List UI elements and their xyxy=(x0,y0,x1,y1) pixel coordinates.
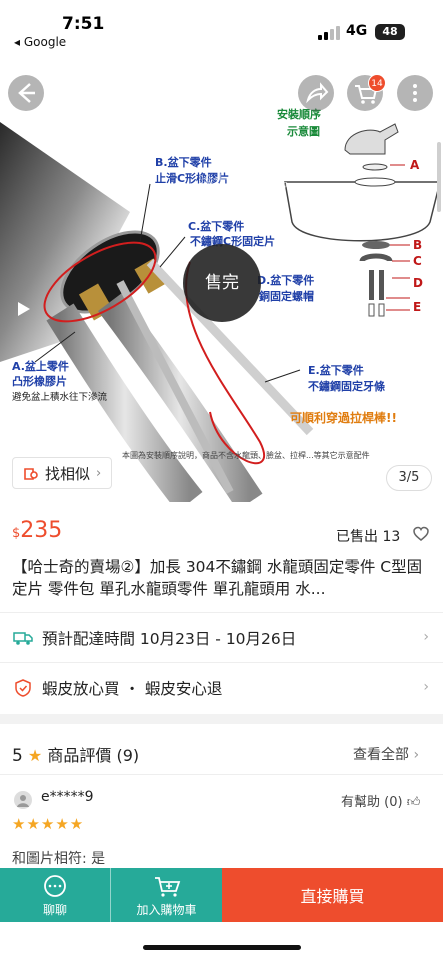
product-image-gallery[interactable]: 安裝順序 示意圖 A B C D E B.盆下零件 止滑C形橡膠片 C.盆下零件… xyxy=(0,62,443,502)
status-bar: 7:51 ◂ Google 4G 48 xyxy=(0,0,443,62)
review-stars: ★★★★★ xyxy=(12,815,85,833)
cart-count-badge: 14 xyxy=(368,74,386,92)
see-all-label: 查看全部 xyxy=(353,747,409,763)
label-a-desc: 凸形橡膠片 xyxy=(12,375,67,388)
star-icon: ★ xyxy=(27,746,43,765)
home-indicator[interactable] xyxy=(143,945,301,950)
bottom-action-bar: 聊聊 加入購物車 直接購買 xyxy=(0,868,443,922)
helpful-button[interactable]: 有幫助 (0) 👍︎ xyxy=(341,791,420,810)
diagram-letter-e: E xyxy=(413,300,422,314)
add-to-cart-label: 加入購物車 xyxy=(136,903,197,917)
review-separator xyxy=(0,774,443,775)
rating-value: 5 xyxy=(12,746,23,766)
label-d-desc: 銅固定螺帽 xyxy=(259,290,314,303)
share-icon xyxy=(306,82,329,104)
helpful-label: 有幫助 (0) xyxy=(341,795,403,810)
heart-icon xyxy=(413,526,429,541)
more-vertical-icon xyxy=(413,84,417,102)
similar-search-icon xyxy=(24,468,38,480)
diagram-letter-b: B xyxy=(413,238,423,252)
share-button[interactable] xyxy=(298,75,334,111)
battery-icon: 48 xyxy=(375,24,405,40)
label-a-note: 避免盆上積水往下滲流 xyxy=(12,392,108,403)
reviews-label: 商品評價 xyxy=(47,746,112,765)
watermark: 哈士奇的賣場 xyxy=(198,172,289,190)
chat-label: 聊聊 xyxy=(42,903,67,917)
buy-now-button[interactable]: 直接購買 xyxy=(222,868,443,922)
chevron-right-icon: › xyxy=(423,629,429,645)
reviewer-name: e*****9 xyxy=(41,789,94,805)
add-cart-icon xyxy=(155,877,181,897)
label-d-title: D.盆下零件 xyxy=(257,274,315,287)
guarantee-text: 蝦皮放心買 ・ 蝦皮安心退 xyxy=(42,679,223,698)
chevron-right-icon: › xyxy=(96,465,102,481)
diagram-letter-d: D xyxy=(413,276,423,290)
label-a-title: A.盆上零件 xyxy=(12,360,69,373)
chat-icon xyxy=(44,875,66,897)
label-e-title: E.盆下零件 xyxy=(308,364,364,377)
chevron-right-icon: › xyxy=(423,679,429,695)
thumbs-up-icon: 👍︎ xyxy=(406,795,421,810)
find-similar-button[interactable]: 找相似 › xyxy=(12,457,113,489)
user-icon xyxy=(17,795,29,807)
diagram-letter-c: C xyxy=(413,254,422,268)
reviewer-avatar xyxy=(14,791,32,809)
product-price: $235 xyxy=(12,518,62,543)
product-title: 【哈士奇的賣場②】加長 304不鏽鋼 水龍頭固定零件 C型固定片 零件包 單孔水… xyxy=(12,558,423,598)
delivery-row[interactable]: 預計配達時間 10月23日 - 10月26日 › xyxy=(0,612,443,662)
reviews-header: 5 ★ 商品評價 (9) xyxy=(12,742,139,766)
like-button[interactable] xyxy=(412,525,430,547)
label-e-desc: 不鏽鋼固定牙條 xyxy=(308,380,385,393)
chevron-right-icon: › xyxy=(409,747,420,763)
add-to-cart-button[interactable]: 加入購物車 xyxy=(111,868,222,922)
diagram-letter-a: A xyxy=(410,158,420,172)
status-time: 7:51 xyxy=(62,14,105,34)
see-all-reviews-link[interactable]: 查看全部 › xyxy=(353,744,419,764)
guarantee-row[interactable]: 蝦皮放心買 ・ 蝦皮安心退 › xyxy=(0,662,443,712)
back-button[interactable] xyxy=(8,75,44,111)
label-c-title: C.盆下零件 xyxy=(188,220,245,233)
image-disclaimer: 本圖為安裝順序說明，商品不含水龍頭、臉盆、拉桿...等其它示意配件 xyxy=(122,451,370,460)
back-to-google-link[interactable]: ◂ Google xyxy=(14,35,66,49)
sold-out-overlay: 售完 xyxy=(183,244,261,322)
section-divider xyxy=(0,714,443,724)
more-options-button[interactable] xyxy=(397,75,433,111)
review-attribute: 和圖片相符: 是 xyxy=(12,851,106,867)
label-pull-note: 可順利穿過拉桿棒!! xyxy=(290,411,397,425)
diagram-title-line2: 示意圖 xyxy=(287,125,320,138)
delivery-estimate: 預計配達時間 10月23日 - 10月26日 xyxy=(42,629,297,648)
reviews-count: (9) xyxy=(116,746,140,765)
image-page-counter: 3/5 xyxy=(386,465,432,491)
price-amount: 235 xyxy=(20,518,63,543)
find-similar-label: 找相似 xyxy=(45,464,91,483)
chat-button[interactable]: 聊聊 xyxy=(0,868,111,922)
label-b-title: B.盆下零件 xyxy=(155,156,212,169)
truck-icon xyxy=(13,631,33,645)
shield-icon xyxy=(15,678,31,697)
network-type: 4G xyxy=(346,23,368,39)
arrow-left-icon xyxy=(18,83,35,103)
signal-icon xyxy=(318,26,340,40)
sold-count: 已售出 13 xyxy=(336,529,401,545)
